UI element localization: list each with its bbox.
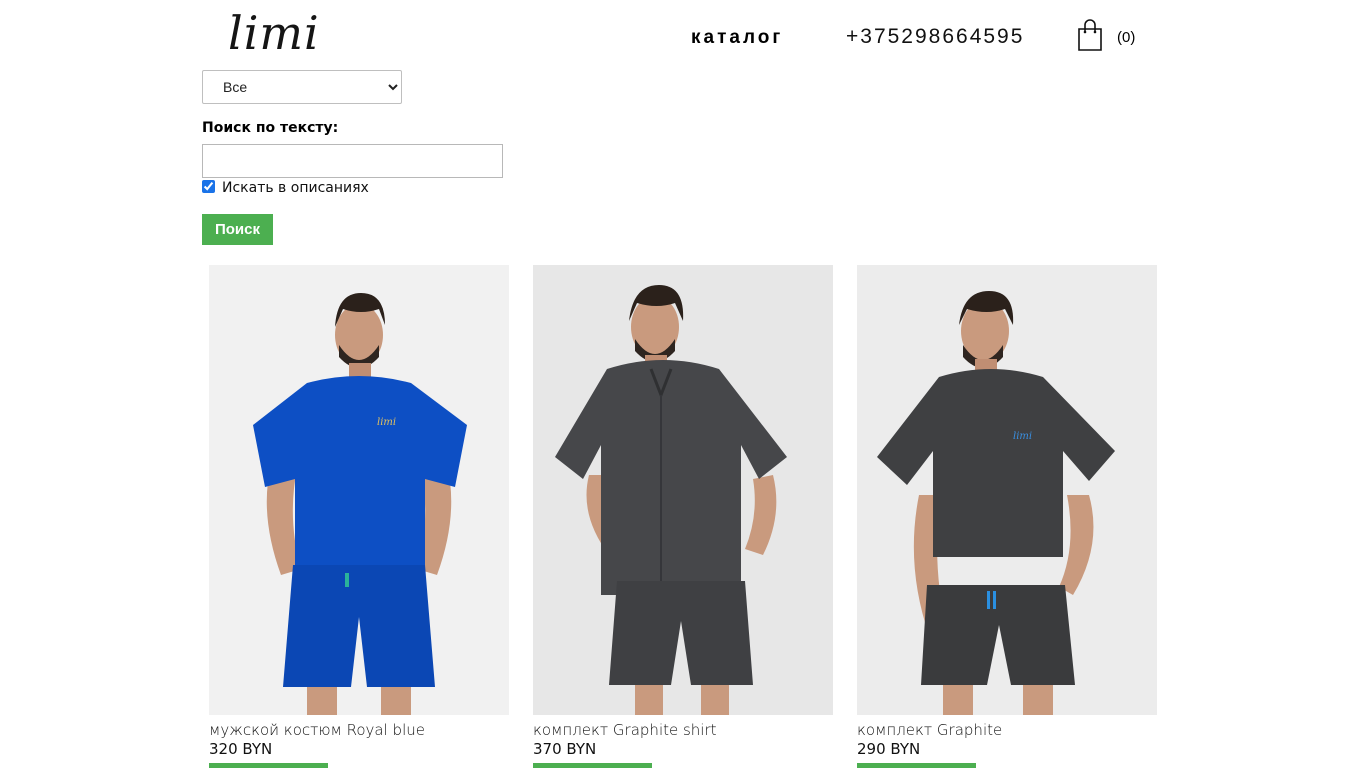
search-label: Поиск по тексту: bbox=[202, 120, 339, 136]
product-card[interactable]: limi мужской костюм Royal blue 320 BYN bbox=[209, 265, 509, 768]
cart-count[interactable]: (0) bbox=[1117, 29, 1135, 46]
page: limi каталог +375298664595 (0) Все Поиск… bbox=[0, 0, 1366, 768]
shirt-logo: limi bbox=[377, 417, 396, 428]
search-in-descriptions-label[interactable]: Искать в описаниях bbox=[222, 180, 369, 196]
product-price: 290 BYN bbox=[857, 740, 921, 758]
product-name[interactable]: комплект Graphite bbox=[857, 720, 1157, 740]
site-logo[interactable]: limi bbox=[228, 8, 320, 58]
category-select[interactable]: Все bbox=[202, 70, 402, 104]
shopping-bag-icon[interactable] bbox=[1076, 18, 1104, 52]
search-in-descriptions-checkbox[interactable] bbox=[202, 180, 215, 193]
product-card[interactable]: комплект Graphite shirt 370 BYN bbox=[533, 265, 833, 768]
add-to-cart-button[interactable] bbox=[857, 763, 976, 768]
product-image[interactable]: limi bbox=[857, 265, 1157, 715]
product-image[interactable]: limi bbox=[209, 265, 509, 715]
product-image[interactable] bbox=[533, 265, 833, 715]
product-price: 320 BYN bbox=[209, 740, 273, 758]
search-button[interactable]: Поиск bbox=[202, 214, 273, 245]
add-to-cart-button[interactable] bbox=[209, 763, 328, 768]
shirt-logo: limi bbox=[1013, 431, 1032, 442]
search-input[interactable] bbox=[202, 144, 503, 178]
product-name[interactable]: комплект Graphite shirt bbox=[533, 720, 833, 740]
product-name[interactable]: мужской костюм Royal blue bbox=[209, 720, 509, 740]
phone-number[interactable]: +375298664595 bbox=[846, 25, 1024, 49]
product-price: 370 BYN bbox=[533, 740, 597, 758]
nav-catalog-link[interactable]: каталог bbox=[691, 27, 783, 49]
product-card[interactable]: limi комплект Graphite 290 BYN bbox=[857, 265, 1157, 768]
add-to-cart-button[interactable] bbox=[533, 763, 652, 768]
